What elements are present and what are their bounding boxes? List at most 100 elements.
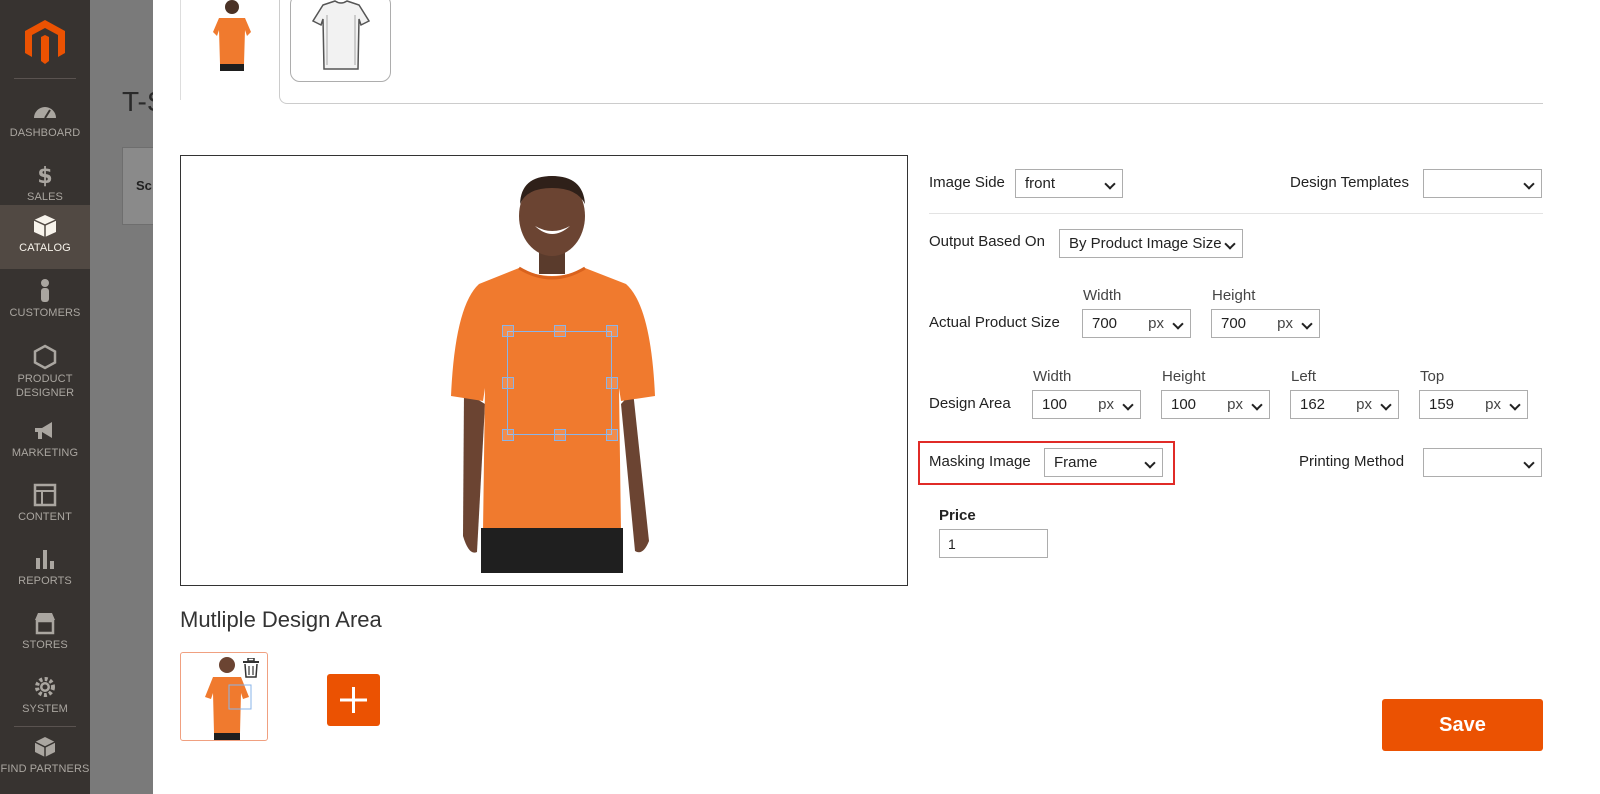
sidebar-item-find-partners[interactable]: FIND PARTNERS (0, 730, 90, 792)
plus-icon (340, 687, 367, 713)
resize-handle-top[interactable] (554, 325, 566, 337)
design-width-value: 100 (1042, 396, 1068, 413)
product-height-label: Height (1212, 287, 1256, 304)
sidebar-item-label: SALES (27, 191, 63, 203)
design-area-selection[interactable] (507, 331, 612, 435)
back-thumbnail-image (311, 0, 371, 70)
resize-handle-bottom-left[interactable] (502, 429, 514, 441)
sidebar-item-catalog[interactable]: CATALOG (0, 205, 90, 269)
printing-method-label: Printing Method (1299, 453, 1405, 470)
product-height-unit: px (1277, 315, 1293, 332)
sidebar-item-system[interactable]: SYSTEM (0, 666, 90, 728)
design-left-unit: px (1356, 396, 1372, 413)
sidebar-divider (14, 726, 76, 727)
design-height-label: Height (1162, 368, 1206, 385)
sidebar-item-label: CATALOG (19, 242, 71, 254)
sidebar-item-product-designer[interactable]: PRODUCT DESIGNER (0, 336, 90, 406)
box-icon (33, 215, 57, 237)
image-side-select[interactable]: front (1015, 169, 1123, 198)
design-left-value: 162 (1300, 396, 1326, 413)
form-divider (929, 213, 1543, 214)
output-based-on-select[interactable]: By Product Image Size (1059, 229, 1243, 258)
chevron-down-icon (1144, 457, 1156, 469)
output-based-on-label: Output Based On (929, 233, 1045, 250)
sidebar-item-stores[interactable]: STORES (0, 602, 90, 664)
chevron-down-icon (1251, 399, 1263, 411)
chevron-down-icon (1104, 178, 1116, 190)
resize-handle-top-right[interactable] (606, 325, 618, 337)
thumbnail-tabs-border (279, 0, 1543, 104)
hexagon-icon (33, 344, 57, 370)
masking-image-select[interactable]: Frame (1044, 448, 1163, 477)
sidebar-item-customers[interactable]: CUSTOMERS (0, 270, 90, 332)
bar-chart-icon (36, 550, 54, 569)
printing-method-select[interactable] (1423, 448, 1542, 477)
sidebar-item-dashboard[interactable]: DASHBOARD (0, 90, 90, 152)
sidebar-item-label: FIND PARTNERS (0, 763, 90, 775)
sidebar-item-label: DASHBOARD (9, 127, 81, 139)
design-width-input[interactable]: 100 px (1032, 390, 1141, 419)
sidebar-item-label: STORES (22, 639, 68, 651)
dashboard-icon (34, 107, 56, 119)
chevron-down-icon (1509, 399, 1521, 411)
chevron-down-icon (1122, 399, 1134, 411)
sidebar-item-label: CONTENT (18, 511, 72, 523)
chevron-down-icon (1224, 238, 1236, 250)
svg-text:$: $ (37, 164, 52, 188)
sidebar-divider (14, 78, 76, 79)
design-width-unit: px (1098, 396, 1114, 413)
resize-handle-bottom[interactable] (554, 429, 566, 441)
person-icon (41, 279, 49, 302)
design-top-value: 159 (1429, 396, 1455, 413)
admin-sidebar: DASHBOARD $ SALES CATALOG CUSTOMERS PROD… (0, 0, 90, 794)
chevron-down-icon (1380, 399, 1392, 411)
magento-logo[interactable] (25, 20, 65, 64)
design-height-input[interactable]: 100 px (1161, 390, 1270, 419)
chevron-down-icon (1523, 457, 1535, 469)
price-label: Price (939, 507, 976, 524)
resize-handle-top-left[interactable] (502, 325, 514, 337)
chevron-down-icon (1172, 318, 1184, 330)
chevron-down-icon (1523, 178, 1535, 190)
design-top-label: Top (1420, 368, 1445, 385)
design-templates-label: Design Templates (1290, 174, 1409, 191)
product-height-input[interactable]: 700 px (1211, 309, 1320, 338)
resize-handle-bottom-right[interactable] (606, 429, 618, 441)
sidebar-item-label: SYSTEM (22, 703, 68, 715)
layout-icon (33, 483, 57, 507)
price-input[interactable]: 1 (939, 529, 1048, 558)
add-design-area-button[interactable] (327, 674, 380, 726)
store-icon (35, 613, 55, 635)
design-left-label: Left (1291, 368, 1317, 385)
design-templates-select[interactable] (1423, 169, 1542, 198)
resize-handle-left[interactable] (502, 377, 514, 389)
trash-icon[interactable] (242, 658, 260, 678)
resize-handle-right[interactable] (606, 377, 618, 389)
blocks-icon (34, 737, 56, 757)
save-button[interactable]: Save (1382, 699, 1543, 751)
design-height-unit: px (1227, 396, 1243, 413)
output-based-on-value: By Product Image Size (1069, 235, 1222, 252)
image-side-value: front (1025, 175, 1056, 192)
sidebar-item-marketing[interactable]: MARKETING (0, 410, 90, 472)
sidebar-item-reports[interactable]: REPORTS (0, 538, 90, 600)
masking-image-label: Masking Image (929, 453, 1031, 470)
design-left-input[interactable]: 162 px (1290, 390, 1399, 419)
background-card-text: Sc (136, 178, 152, 193)
design-top-input[interactable]: 159 px (1419, 390, 1528, 419)
product-width-value: 700 (1092, 315, 1118, 332)
design-area-label: Design Area (929, 395, 1011, 412)
design-width-label: Width (1033, 368, 1072, 385)
thumbnail-back[interactable] (290, 0, 391, 82)
product-height-value: 700 (1221, 315, 1247, 332)
sidebar-item-label: PRODUCT (17, 373, 73, 385)
design-height-value: 100 (1171, 396, 1197, 413)
multiple-design-area-title: Mutliple Design Area (180, 607, 382, 632)
design-top-unit: px (1485, 396, 1501, 413)
dollar-icon: $ (37, 164, 52, 188)
thumbnail-front[interactable] (180, 0, 280, 100)
product-width-input[interactable]: 700 px (1082, 309, 1191, 338)
megaphone-icon (35, 422, 52, 439)
sidebar-item-content[interactable]: CONTENT (0, 474, 90, 536)
gear-icon (35, 677, 55, 697)
